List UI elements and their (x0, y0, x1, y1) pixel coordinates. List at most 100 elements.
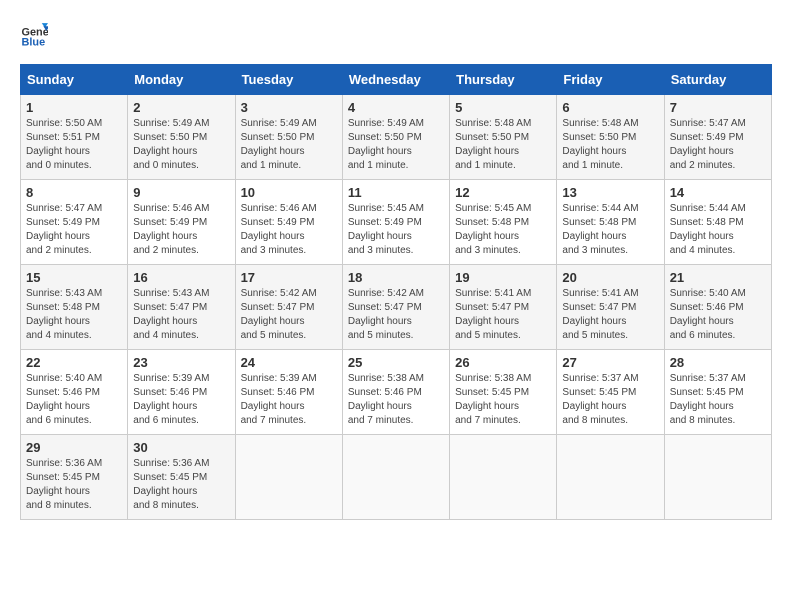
calendar-cell: 16Sunrise: 5:43 AMSunset: 5:47 PMDayligh… (128, 265, 235, 350)
day-number: 12 (455, 185, 551, 200)
cell-content: Sunrise: 5:39 AMSunset: 5:46 PMDaylight … (241, 372, 337, 428)
day-number: 17 (241, 270, 337, 285)
calendar-cell: 5 Sunrise: 5:48 AMSunset: 5:50 PMDaylight… (450, 95, 557, 180)
cell-content: Sunrise: 5:41 AMSunset: 5:47 PMDaylight … (455, 287, 551, 343)
weekday-header-tuesday: Tuesday (235, 65, 342, 95)
cell-content: Sunrise: 5:38 AMSunset: 5:45 PMDaylight … (455, 372, 551, 428)
cell-content: Sunrise: 5:48 AMSunset: 5:50 PMDaylight … (455, 117, 551, 173)
calendar-cell: 26 Sunrise: 5:38 AMSunset: 5:45 PMDayligh… (450, 350, 557, 435)
cell-content: Sunrise: 5:36 AMSunset: 5:45 PMDaylight … (26, 457, 122, 513)
day-number: 15 (26, 270, 122, 285)
calendar-cell: 12 Sunrise: 5:45 AMSunset: 5:48 PMDayligh… (450, 180, 557, 265)
cell-content: Sunrise: 5:37 AMSunset: 5:45 PMDaylight … (670, 372, 766, 428)
cell-content: Sunrise: 5:44 AMSunset: 5:48 PMDaylight … (670, 202, 766, 258)
weekday-header-wednesday: Wednesday (342, 65, 449, 95)
calendar-cell: 24 Sunrise: 5:39 AMSunset: 5:46 PMDayligh… (235, 350, 342, 435)
cell-content: Sunrise: 5:47 AMSunset: 5:49 PMDaylight … (26, 202, 122, 258)
cell-content: Sunrise: 5:46 AMSunset: 5:49 PMDaylight … (133, 202, 229, 258)
calendar-cell: 11Sunrise: 5:45 AMSunset: 5:49 PMDayligh… (342, 180, 449, 265)
cell-content: Sunrise: 5:49 AMSunset: 5:50 PMDaylight … (241, 117, 337, 173)
calendar-cell: 25Sunrise: 5:38 AMSunset: 5:46 PMDayligh… (342, 350, 449, 435)
weekday-header-friday: Friday (557, 65, 664, 95)
day-number: 24 (241, 355, 337, 370)
cell-content: Sunrise: 5:47 AMSunset: 5:49 PMDaylight … (670, 117, 766, 173)
cell-content: Sunrise: 5:40 AMSunset: 5:46 PMDaylight … (26, 372, 122, 428)
day-number: 3 (241, 100, 337, 115)
calendar-cell: 9 Sunrise: 5:46 AMSunset: 5:49 PMDaylight… (128, 180, 235, 265)
calendar-cell: 3 Sunrise: 5:49 AMSunset: 5:50 PMDaylight… (235, 95, 342, 180)
calendar-cell (235, 435, 342, 520)
cell-content: Sunrise: 5:45 AMSunset: 5:48 PMDaylight … (455, 202, 551, 258)
calendar-cell: 8 Sunrise: 5:47 AMSunset: 5:49 PMDaylight… (21, 180, 128, 265)
cell-content: Sunrise: 5:49 AMSunset: 5:50 PMDaylight … (348, 117, 444, 173)
day-number: 29 (26, 440, 122, 455)
day-number: 14 (670, 185, 766, 200)
calendar-cell: 13 Sunrise: 5:44 AMSunset: 5:48 PMDayligh… (557, 180, 664, 265)
week-row-2: 8 Sunrise: 5:47 AMSunset: 5:49 PMDaylight… (21, 180, 772, 265)
day-number: 21 (670, 270, 766, 285)
day-number: 9 (133, 185, 229, 200)
cell-content: Sunrise: 5:41 AMSunset: 5:47 PMDaylight … (562, 287, 658, 343)
day-number: 10 (241, 185, 337, 200)
cell-content: Sunrise: 5:38 AMSunset: 5:46 PMDaylight … (348, 372, 444, 428)
cell-content: Sunrise: 5:36 AMSunset: 5:45 PMDaylight … (133, 457, 229, 513)
cell-content: Sunrise: 5:44 AMSunset: 5:48 PMDaylight … (562, 202, 658, 258)
day-number: 4 (348, 100, 444, 115)
day-number: 8 (26, 185, 122, 200)
calendar-cell: 6 Sunrise: 5:48 AMSunset: 5:50 PMDaylight… (557, 95, 664, 180)
cell-content: Sunrise: 5:43 AMSunset: 5:48 PMDaylight … (26, 287, 122, 343)
day-number: 2 (133, 100, 229, 115)
day-number: 23 (133, 355, 229, 370)
calendar-table: SundayMondayTuesdayWednesdayThursdayFrid… (20, 64, 772, 520)
week-row-5: 29 Sunrise: 5:36 AMSunset: 5:45 PMDayligh… (21, 435, 772, 520)
cell-content: Sunrise: 5:48 AMSunset: 5:50 PMDaylight … (562, 117, 658, 173)
weekday-header-thursday: Thursday (450, 65, 557, 95)
weekday-header-row: SundayMondayTuesdayWednesdayThursdayFrid… (21, 65, 772, 95)
weekday-header-saturday: Saturday (664, 65, 771, 95)
day-number: 22 (26, 355, 122, 370)
calendar-cell: 19 Sunrise: 5:41 AMSunset: 5:47 PMDayligh… (450, 265, 557, 350)
day-number: 30 (133, 440, 229, 455)
day-number: 20 (562, 270, 658, 285)
day-number: 11 (348, 185, 444, 200)
calendar-cell: 23 Sunrise: 5:39 AMSunset: 5:46 PMDayligh… (128, 350, 235, 435)
calendar-cell (557, 435, 664, 520)
week-row-3: 15 Sunrise: 5:43 AMSunset: 5:48 PMDayligh… (21, 265, 772, 350)
day-number: 5 (455, 100, 551, 115)
logo: General Blue (20, 20, 52, 48)
calendar-cell: 18 Sunrise: 5:42 AMSunset: 5:47 PMDayligh… (342, 265, 449, 350)
logo-icon: General Blue (20, 20, 48, 48)
weekday-header-monday: Monday (128, 65, 235, 95)
cell-content: Sunrise: 5:42 AMSunset: 5:47 PMDaylight … (241, 287, 337, 343)
calendar-cell: 30 Sunrise: 5:36 AMSunset: 5:45 PMDayligh… (128, 435, 235, 520)
cell-content: Sunrise: 5:46 AMSunset: 5:49 PMDaylight … (241, 202, 337, 258)
calendar-cell (664, 435, 771, 520)
cell-content: Sunrise: 5:42 AMSunset: 5:47 PMDaylight … (348, 287, 444, 343)
day-number: 26 (455, 355, 551, 370)
calendar-cell: 17 Sunrise: 5:42 AMSunset: 5:47 PMDayligh… (235, 265, 342, 350)
calendar-cell (342, 435, 449, 520)
calendar-cell: 1 Sunrise: 5:50 AMSunset: 5:51 PMDaylight… (21, 95, 128, 180)
calendar-cell: 14 Sunrise: 5:44 AMSunset: 5:48 PMDayligh… (664, 180, 771, 265)
week-row-1: 1 Sunrise: 5:50 AMSunset: 5:51 PMDaylight… (21, 95, 772, 180)
cell-content: Sunrise: 5:50 AMSunset: 5:51 PMDaylight … (26, 117, 122, 173)
day-number: 1 (26, 100, 122, 115)
calendar-cell: 2 Sunrise: 5:49 AMSunset: 5:50 PMDaylight… (128, 95, 235, 180)
day-number: 6 (562, 100, 658, 115)
day-number: 13 (562, 185, 658, 200)
calendar-cell (450, 435, 557, 520)
calendar-cell: 20 Sunrise: 5:41 AMSunset: 5:47 PMDayligh… (557, 265, 664, 350)
page-header: General Blue (20, 20, 772, 48)
cell-content: Sunrise: 5:39 AMSunset: 5:46 PMDaylight … (133, 372, 229, 428)
weekday-header-sunday: Sunday (21, 65, 128, 95)
calendar-cell: 4 Sunrise: 5:49 AMSunset: 5:50 PMDaylight… (342, 95, 449, 180)
calendar-cell: 22 Sunrise: 5:40 AMSunset: 5:46 PMDayligh… (21, 350, 128, 435)
day-number: 19 (455, 270, 551, 285)
calendar-cell: 27Sunrise: 5:37 AMSunset: 5:45 PMDayligh… (557, 350, 664, 435)
day-number: 27 (562, 355, 658, 370)
day-number: 28 (670, 355, 766, 370)
cell-content: Sunrise: 5:40 AMSunset: 5:46 PMDaylight … (670, 287, 766, 343)
day-number: 18 (348, 270, 444, 285)
week-row-4: 22 Sunrise: 5:40 AMSunset: 5:46 PMDayligh… (21, 350, 772, 435)
cell-content: Sunrise: 5:49 AMSunset: 5:50 PMDaylight … (133, 117, 229, 173)
